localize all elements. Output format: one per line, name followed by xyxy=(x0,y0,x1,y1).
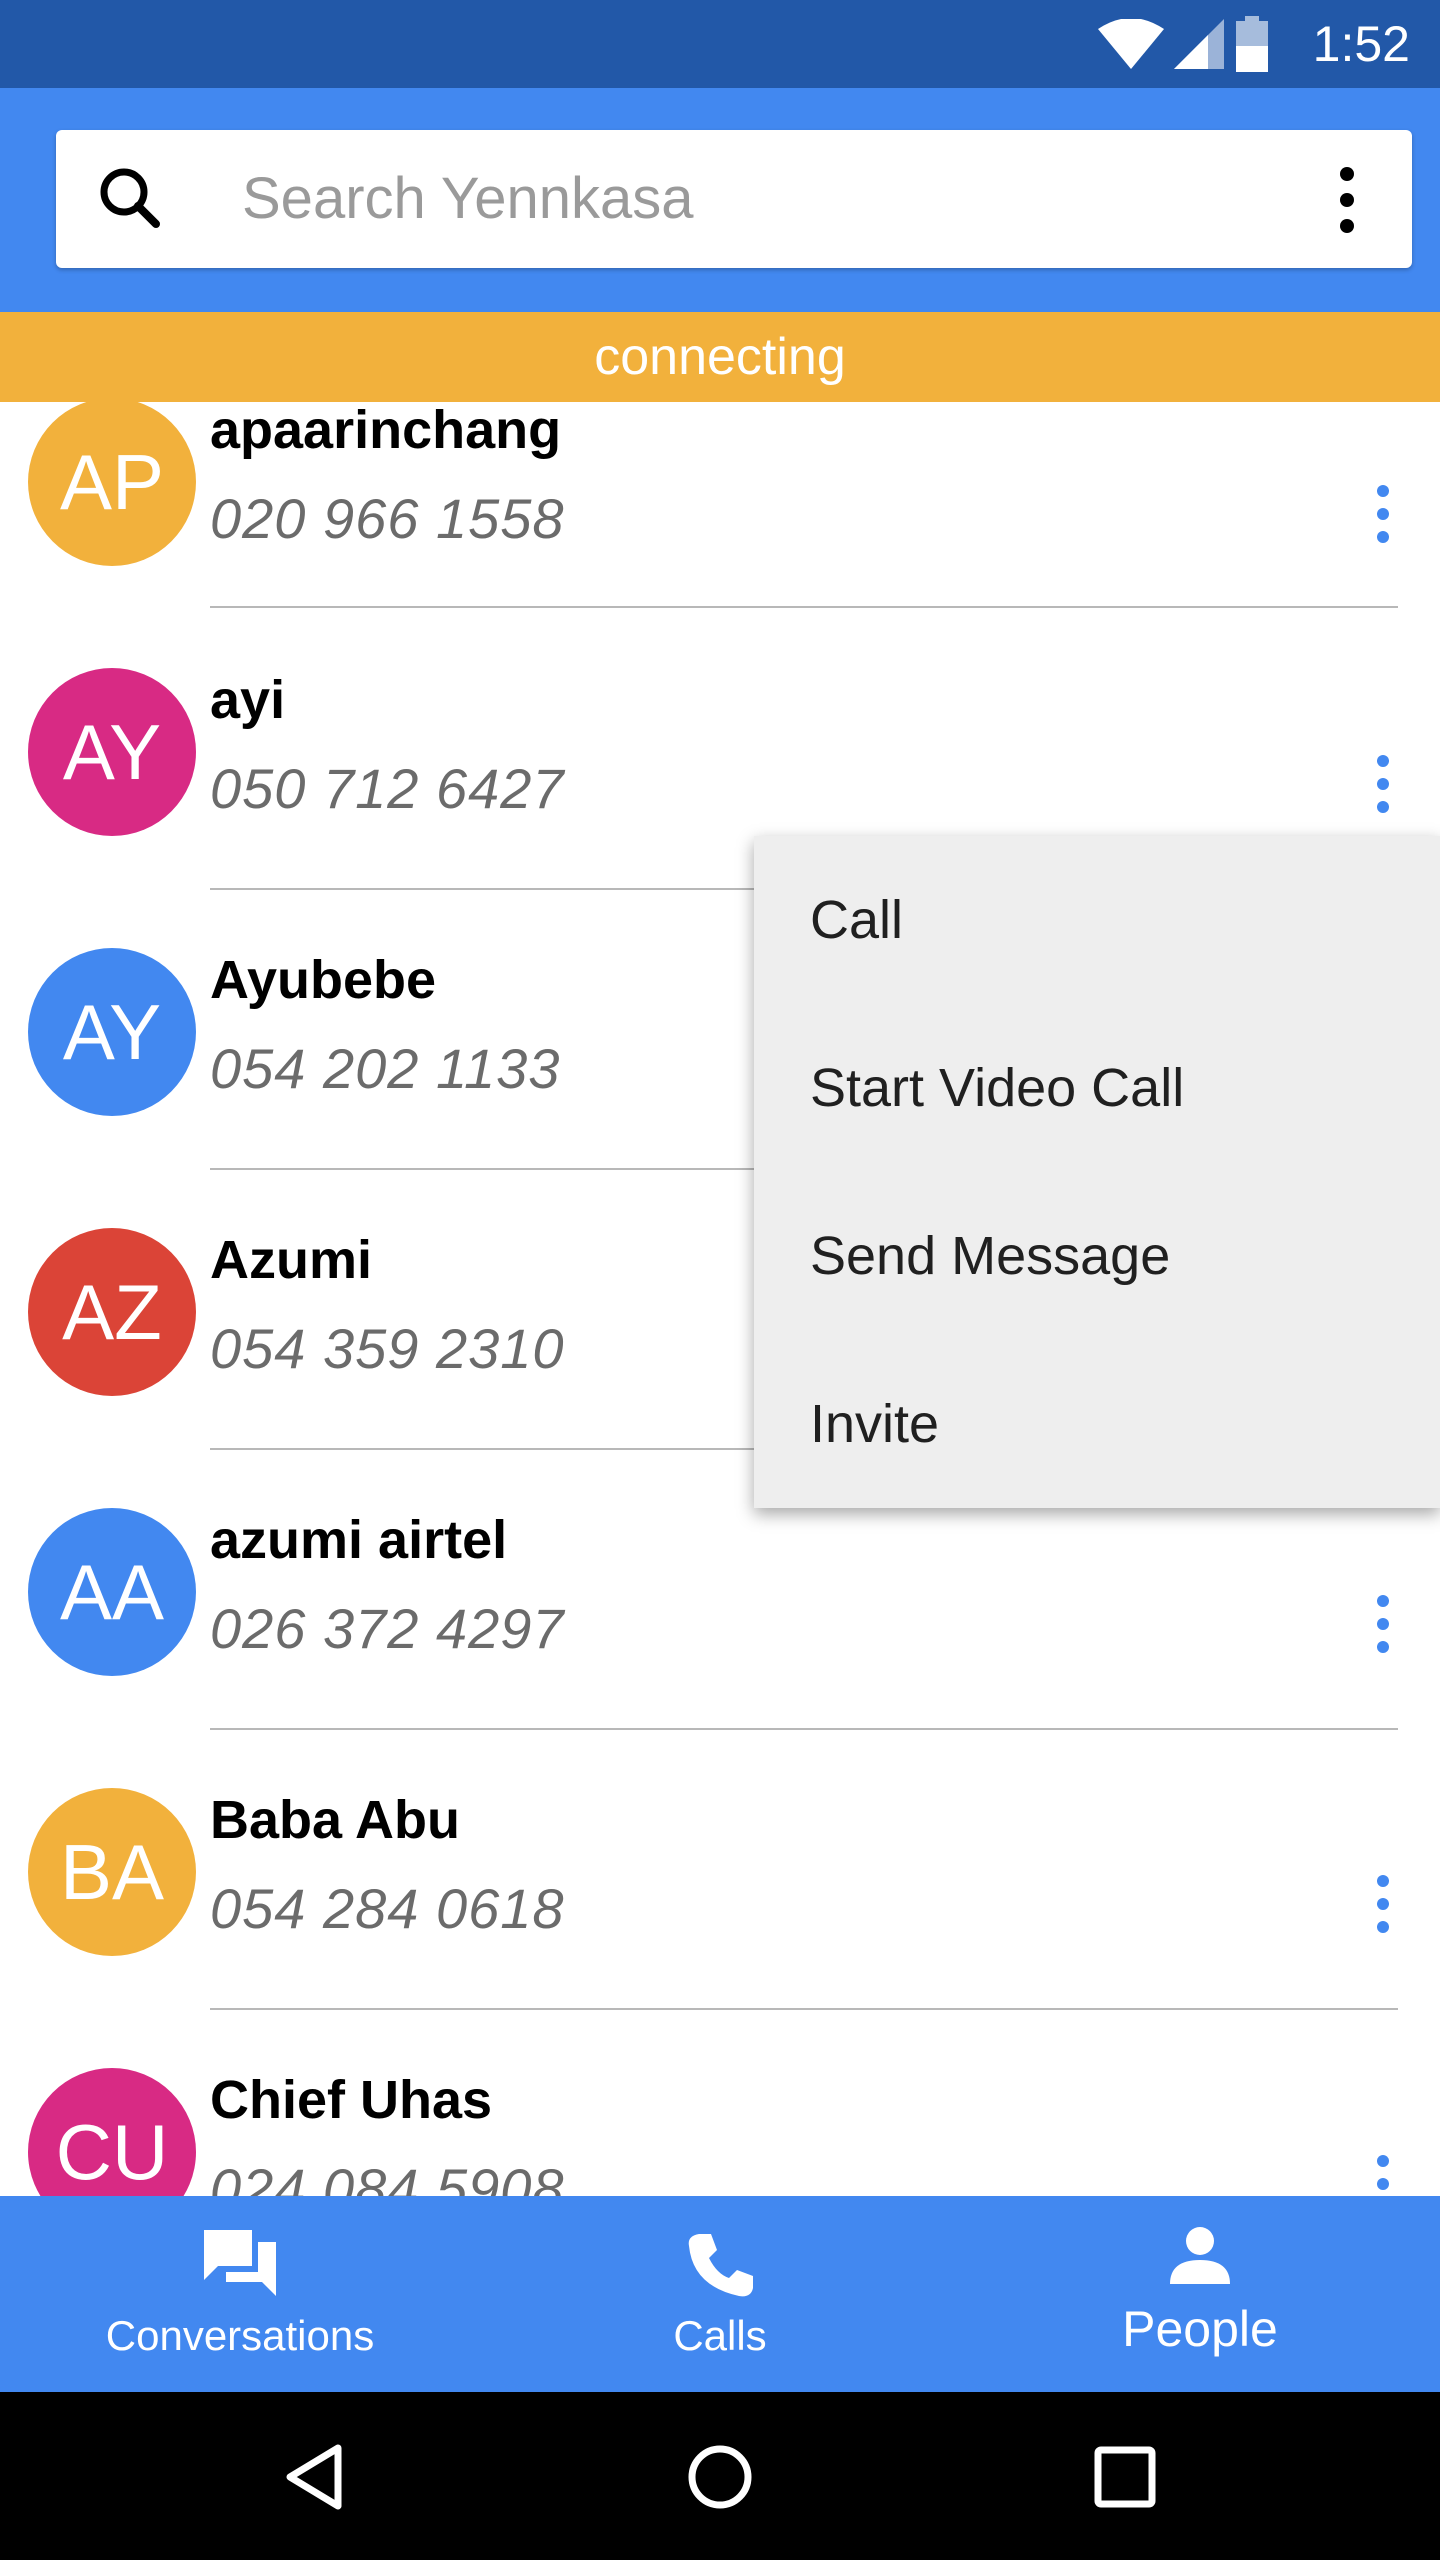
search-icon[interactable] xyxy=(92,160,170,238)
contact-name: azumi airtel xyxy=(210,1510,508,1570)
wifi-icon xyxy=(1098,19,1164,69)
contact-name: Chief Uhas xyxy=(210,2070,493,2130)
contact-name: Baba Abu xyxy=(210,1790,461,1850)
more-options-icon[interactable] xyxy=(1374,1594,1392,1654)
avatar: CU xyxy=(28,2068,196,2196)
recents-icon[interactable] xyxy=(1094,2446,1156,2508)
contact-row[interactable]: AP apaarinchang 020 966 1558 xyxy=(0,402,1440,678)
more-options-icon[interactable] xyxy=(1374,484,1392,544)
tab-people-label: People xyxy=(1122,2301,1278,2357)
divider xyxy=(210,2008,1398,2010)
battery-icon xyxy=(1236,16,1268,72)
contact-row[interactable]: AA azumi airtel 026 372 4297 xyxy=(0,1508,1440,1788)
cell-signal-icon xyxy=(1174,19,1224,69)
avatar: AY xyxy=(28,948,196,1116)
avatar: AZ xyxy=(28,1228,196,1396)
contact-phone: 026 372 4297 xyxy=(210,1597,565,1660)
contact-phone: 024 084 5908 xyxy=(210,2157,565,2196)
home-icon[interactable] xyxy=(685,2442,755,2512)
contact-name: apaarinchang xyxy=(210,402,562,460)
bottom-navigation: Conversations Calls People xyxy=(0,2196,1440,2392)
overflow-menu-icon[interactable] xyxy=(1332,164,1362,236)
menu-item-start-video-call[interactable]: Start Video Call xyxy=(754,1004,1440,1172)
menu-item-send-message[interactable]: Send Message xyxy=(754,1172,1440,1340)
contact-name: Ayubebe xyxy=(210,950,437,1010)
tab-calls-label: Calls xyxy=(673,2312,767,2359)
phone-icon xyxy=(688,2234,753,2297)
avatar: AY xyxy=(28,668,196,836)
more-options-icon[interactable] xyxy=(1374,754,1392,814)
contact-phone: 054 284 0618 xyxy=(210,1877,565,1940)
contact-phone: 020 966 1558 xyxy=(210,487,565,550)
status-icons xyxy=(1098,16,1270,72)
chat-icon xyxy=(204,2230,276,2296)
divider xyxy=(210,606,1398,608)
divider xyxy=(210,1728,1398,1730)
contact-row[interactable]: CU Chief Uhas 024 084 5908 xyxy=(0,2068,1440,2196)
contact-name: Azumi xyxy=(210,1230,372,1290)
connection-status-banner: connecting xyxy=(0,312,1440,402)
system-navigation-bar xyxy=(0,2392,1440,2560)
back-icon[interactable] xyxy=(282,2442,346,2512)
contact-phone: 050 712 6427 xyxy=(210,757,565,820)
contact-phone: 054 202 1133 xyxy=(210,1037,561,1100)
menu-item-invite[interactable]: Invite xyxy=(754,1340,1440,1508)
menu-item-call[interactable]: Call xyxy=(754,836,1440,1004)
app-bar: Search Yennkasa xyxy=(0,88,1440,312)
person-icon xyxy=(1170,2227,1230,2284)
tab-conversations-label: Conversations xyxy=(105,2312,375,2359)
search-input[interactable]: Search Yennkasa xyxy=(242,164,693,234)
tab-conversations[interactable]: Conversations xyxy=(0,2196,480,2392)
more-options-icon[interactable] xyxy=(1374,2154,1392,2196)
tab-people[interactable]: People xyxy=(960,2196,1440,2392)
contact-row[interactable]: BA Baba Abu 054 284 0618 xyxy=(0,1788,1440,2068)
avatar: AP xyxy=(28,402,196,566)
avatar: BA xyxy=(28,1788,196,1956)
contact-phone: 054 359 2310 xyxy=(210,1317,565,1380)
tab-calls[interactable]: Calls xyxy=(480,2196,960,2392)
avatar: AA xyxy=(28,1508,196,1676)
status-time: 1:52 xyxy=(1312,16,1410,72)
status-bar: 1:52 xyxy=(0,0,1440,88)
contact-name: ayi xyxy=(210,670,286,730)
contact-context-menu: Call Start Video Call Send Message Invit… xyxy=(754,836,1440,1508)
search-bar[interactable]: Search Yennkasa xyxy=(56,130,1412,268)
more-options-icon[interactable] xyxy=(1374,1874,1392,1934)
